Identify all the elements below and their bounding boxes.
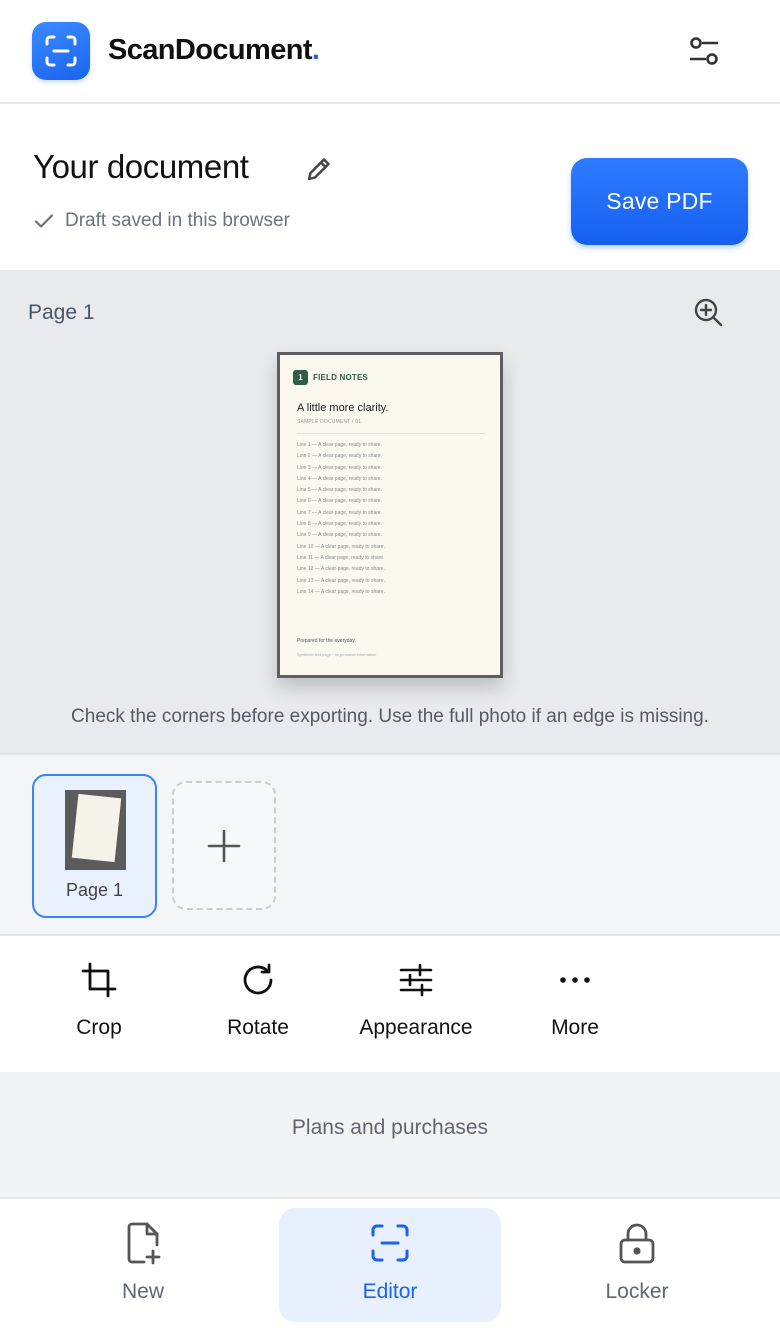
add-page-button[interactable] [172, 781, 276, 910]
new-file-icon [127, 1222, 161, 1265]
nav-new[interactable]: New [32, 1208, 254, 1322]
nav-locker[interactable]: Locker [526, 1208, 748, 1322]
appearance-label: Appearance [359, 1016, 473, 1039]
paper-heading: A little more clarity. [297, 402, 389, 414]
preview-page-label: Page 1 [28, 301, 95, 324]
appearance-button[interactable]: Appearance [341, 960, 491, 1040]
thumbnail-label: Page 1 [65, 880, 124, 900]
rotate-button[interactable]: Rotate [183, 960, 333, 1040]
edit-title-button[interactable] [300, 150, 338, 188]
brand-dot: . [311, 34, 320, 66]
document-title: Your document [33, 148, 249, 185]
crop-label: Crop [76, 1016, 122, 1039]
check-icon [34, 214, 54, 228]
paper-footnote: Synthetic test page · no personal inform… [297, 652, 377, 657]
nav-locker-label: Locker [605, 1280, 669, 1303]
thumbnail-image [65, 790, 126, 870]
more-button[interactable]: More [500, 960, 650, 1040]
scan-frame-icon [45, 35, 77, 67]
paper-line: Line 2 — A clear page, ready to share. [297, 453, 383, 460]
crop-button[interactable]: Crop [24, 960, 174, 1040]
draft-status-text: Draft saved in this browser [65, 210, 290, 231]
page-thumbnails: Page 1 [0, 753, 780, 936]
edit-toolbar: Crop Rotate Appearance More [0, 936, 780, 1072]
page-thumbnail[interactable]: Page 1 [32, 774, 157, 918]
app-header: ScanDocument. [0, 0, 780, 104]
paper-line: Line 1 — A clear page, ready to share. [297, 442, 383, 448]
paper-line: Line 3 — A clear page, ready to share. [297, 464, 383, 471]
scan-frame-icon [371, 1224, 409, 1262]
app-logo[interactable] [32, 22, 90, 80]
adjustments-icon [399, 963, 433, 997]
paper-badge: 1 [293, 370, 308, 385]
paper-line: Line 7 — A clear page, ready to share. [297, 509, 383, 516]
zoom-in-icon [694, 298, 723, 327]
nav-editor[interactable]: Editor [279, 1208, 501, 1322]
paper-line: Line 11 — A clear page, ready to share. [297, 554, 385, 561]
paper-line: Line 8 — A clear page, ready to share. [297, 521, 383, 528]
plus-icon [207, 829, 241, 862]
nav-editor-label: Editor [362, 1280, 418, 1303]
paper-line: Line 4 — A clear page, ready to share. [297, 475, 383, 482]
nav-new-label: New [121, 1280, 164, 1303]
paper-line: Line 9 — A clear page, ready to share. [297, 532, 383, 539]
export-hint: Check the corners before exporting. Use … [71, 706, 709, 727]
paper-lines: Line 1 — A clear page, ready to share. L… [297, 440, 385, 598]
paper-line: Line 12 — A clear page, ready to share. [297, 566, 385, 573]
settings-button[interactable] [684, 31, 724, 71]
save-pdf-button[interactable]: Save PDF [571, 158, 748, 245]
brand-name: ScanDocument. [108, 34, 320, 66]
thumbnail-paper [71, 793, 122, 863]
crop-icon [81, 962, 117, 998]
plans-section: Plans and purchases [0, 1072, 780, 1197]
plans-and-purchases-link[interactable]: Plans and purchases [0, 1116, 780, 1140]
paper-line: Line 6 — A clear page, ready to share. [297, 498, 383, 505]
pencil-icon [307, 158, 330, 181]
paper-footer: Prepared for the everyday. [297, 638, 356, 644]
zoom-in-button[interactable] [690, 294, 726, 330]
bottom-navigation: New Editor Locker [0, 1197, 780, 1328]
paper-line: Line 10 — A clear page, ready to share. [297, 543, 385, 550]
page-preview: Page 1 1 FIELD NOTES A little more clari… [0, 270, 780, 753]
document-page-image[interactable]: 1 FIELD NOTES A little more clarity. SAM… [277, 352, 503, 678]
draft-status: Draft saved in this browser [33, 210, 290, 232]
paper-line: Line 13 — A clear page, ready to share. [297, 577, 385, 584]
rotate-icon [243, 963, 273, 995]
paper-brand: FIELD NOTES [313, 373, 369, 382]
more-label: More [551, 1016, 599, 1039]
paper-subheading: SAMPLE DOCUMENT / 01 [297, 419, 362, 425]
paper-line: Line 14 — A clear page, ready to share. [297, 588, 385, 595]
paper-divider [297, 433, 485, 434]
paper-line: Line 5 — A clear page, ready to share. [297, 487, 383, 494]
rotate-label: Rotate [227, 1016, 289, 1039]
more-dots-icon [560, 977, 590, 983]
lock-icon [619, 1223, 655, 1264]
sliders-icon [689, 37, 719, 65]
